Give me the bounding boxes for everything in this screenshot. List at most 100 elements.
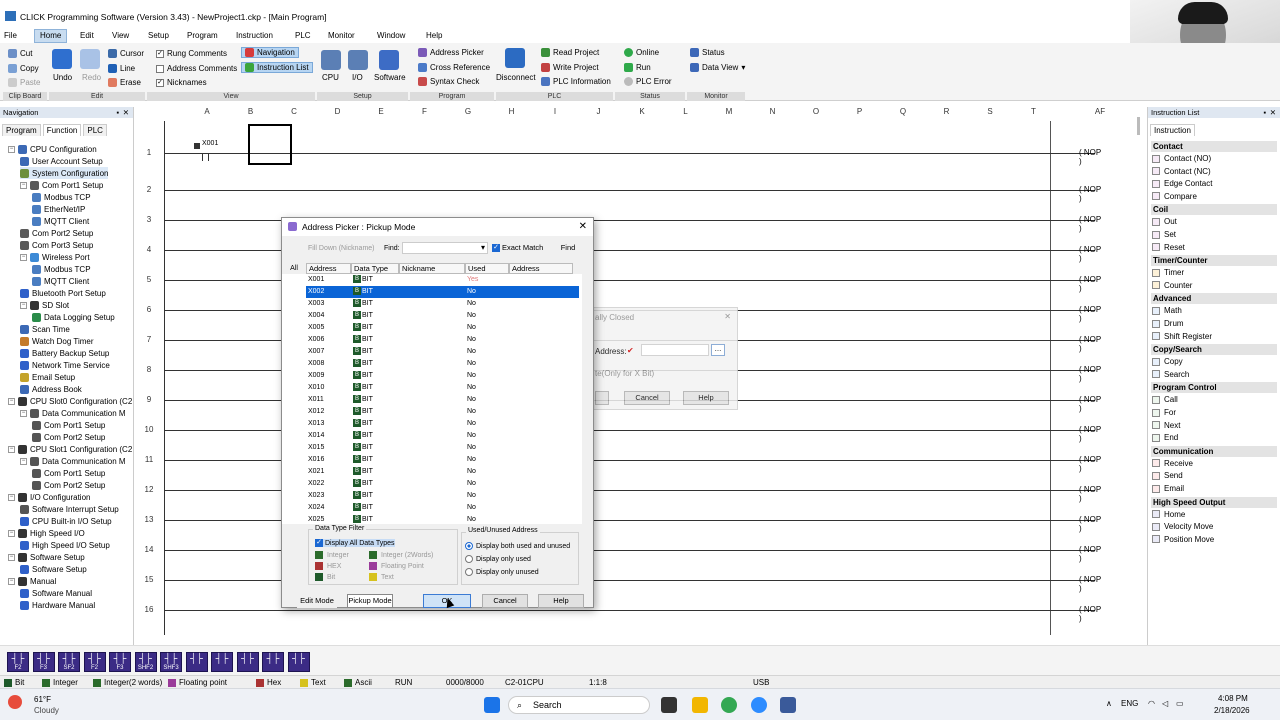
nop-coil[interactable]: ( NOP ) <box>1079 515 1105 533</box>
instruction-section[interactable]: Coil <box>1151 204 1277 216</box>
menu-program[interactable]: Program <box>187 31 218 40</box>
plc-information-button[interactable]: PLC Information <box>541 77 611 86</box>
cut-button[interactable]: Cut <box>8 49 32 58</box>
tree-item[interactable]: CPU Built-in I/O Setup <box>20 515 112 527</box>
contact-x001[interactable]: X001 <box>194 137 218 161</box>
collapse-icon[interactable]: − <box>20 181 27 189</box>
filter-hex[interactable]: HEX <box>315 562 341 570</box>
filter-text[interactable]: Text <box>369 573 394 581</box>
exact-match-checkbox[interactable]: ✓ Exact Match <box>492 243 543 252</box>
ladder-key-button[interactable]: ┤├ <box>287 652 310 672</box>
instruction-item[interactable]: End <box>1152 433 1178 442</box>
nop-coil[interactable]: ( NOP ) <box>1079 425 1105 443</box>
ladder-key-button[interactable]: ┤├ <box>211 652 233 672</box>
help-button[interactable]: Help <box>538 594 584 608</box>
instruction-item[interactable]: Contact (NO) <box>1152 154 1211 163</box>
nop-coil[interactable]: ( NOP ) <box>1079 365 1105 383</box>
cell-cursor[interactable] <box>248 124 292 165</box>
instruction-item[interactable]: Email <box>1152 484 1184 493</box>
cursor-button[interactable]: Cursor <box>108 49 144 58</box>
ladder-key-button[interactable]: ┤├ SHF3 <box>160 652 182 672</box>
tree-item[interactable]: Hardware Manual <box>20 599 95 611</box>
syntax-check-button[interactable]: Syntax Check <box>418 77 479 86</box>
tab-program[interactable]: Program <box>2 124 41 136</box>
windows-start-icon[interactable] <box>484 697 500 713</box>
tree-item[interactable]: − Data Communication M <box>20 455 126 467</box>
collapse-icon[interactable]: − <box>8 529 15 537</box>
tree-item[interactable]: High Speed I/O Setup <box>20 539 110 551</box>
write-project-button[interactable]: Write Project <box>541 63 599 72</box>
instruction-section[interactable]: High Speed Output <box>1151 496 1277 508</box>
tree-item[interactable]: Bluetooth Port Setup <box>20 287 106 299</box>
navigation-toggle[interactable]: Navigation <box>241 47 299 58</box>
tree-item[interactable]: − I/O Configuration <box>8 491 90 503</box>
instruction-item[interactable]: Math <box>1152 306 1182 315</box>
instruction-section[interactable]: Contact <box>1151 141 1277 152</box>
nop-coil[interactable]: ( NOP ) <box>1079 485 1105 503</box>
menu-file[interactable]: File <box>4 31 17 40</box>
tree-item[interactable]: Com Port1 Setup <box>32 419 105 431</box>
radio-used[interactable]: Display only used <box>465 555 531 563</box>
tree-item[interactable]: Scan Time <box>20 323 70 335</box>
ladder-key-button[interactable]: ┤├ <box>262 652 284 672</box>
filter-floating-point[interactable]: Floating Point <box>369 562 424 570</box>
instruction-section[interactable]: Program Control <box>1151 382 1277 394</box>
menu-setup[interactable]: Setup <box>148 31 169 40</box>
tree-item[interactable]: Com Port2 Setup <box>32 479 105 491</box>
nop-coil[interactable]: ( NOP ) <box>1079 305 1105 323</box>
instruction-item[interactable]: Receive <box>1152 459 1193 468</box>
ladder-key-button[interactable]: ┤├ SHF2 <box>134 652 157 672</box>
task-view-icon[interactable] <box>661 697 677 713</box>
filter-tab[interactable]: All <box>286 265 302 272</box>
address-row[interactable]: X025 B BIT No <box>306 514 579 524</box>
address-row[interactable]: X015 B BIT No <box>306 442 579 454</box>
tree-item[interactable]: − CPU Slot1 Configuration (C2 <box>8 443 132 455</box>
undo-button[interactable]: Undo <box>53 73 72 82</box>
nop-coil[interactable]: ( NOP ) <box>1079 148 1105 166</box>
filter-integer[interactable]: Integer <box>315 551 349 559</box>
ladder-key-button[interactable]: ┤├ F2 <box>7 652 29 672</box>
collapse-icon[interactable]: − <box>20 409 27 417</box>
tree-item[interactable]: Battery Backup Setup <box>20 347 109 359</box>
tree-item[interactable]: − CPU Configuration <box>8 143 97 155</box>
close-icon[interactable]: ✕ <box>724 312 731 321</box>
address-row[interactable]: X024 B BIT No <box>306 502 579 514</box>
close-icon[interactable]: ✕ <box>123 107 129 118</box>
instruction-item[interactable]: Set <box>1152 230 1176 239</box>
chrome-icon[interactable] <box>721 697 737 713</box>
address-row[interactable]: X002 B BIT No <box>306 286 579 298</box>
filter-bit[interactable]: Bit <box>315 573 335 581</box>
tree-item[interactable]: Data Logging Setup <box>32 311 115 323</box>
tree-item[interactable]: Email Setup <box>20 371 75 383</box>
instruction-item[interactable]: Edge Contact <box>1152 179 1212 188</box>
menu-plc[interactable]: PLC <box>295 31 311 40</box>
address-grid[interactable]: X001 B BIT Yes X002 B BIT No X003 B BIT No X004 B BIT N… <box>282 274 582 524</box>
battery-icon[interactable]: ▭ <box>1176 699 1184 708</box>
address-row[interactable]: X023 B BIT No <box>306 490 579 502</box>
cross-reference-button[interactable]: Cross Reference <box>418 63 490 72</box>
address-picker-button[interactable]: Address Picker <box>418 48 484 57</box>
tree-item[interactable]: Com Port1 Setup <box>32 467 105 479</box>
address-row[interactable]: X010 B BIT No <box>306 382 579 394</box>
ladder-key-button[interactable]: ┤├ F3 <box>109 652 131 672</box>
instruction-item[interactable]: Out <box>1152 217 1177 226</box>
display-all-checkbox[interactable]: ✓ Display All Data Types <box>315 539 395 547</box>
instruction-item[interactable]: Call <box>1152 395 1178 404</box>
address-row[interactable]: X004 B BIT No <box>306 310 579 322</box>
redo-arrow-icon[interactable] <box>80 49 100 69</box>
ladder-key-button[interactable]: ┤├ F2 <box>83 652 106 672</box>
tree-item[interactable]: EtherNet/IP <box>32 203 85 215</box>
filter-integer-2words[interactable]: Integer (2Words) <box>369 551 433 559</box>
instruction-item[interactable]: Reset <box>1152 243 1185 252</box>
tree-item[interactable]: − Data Communication M <box>20 407 126 419</box>
run-button[interactable]: Run <box>624 63 651 72</box>
tree-item[interactable]: Com Port2 Setup <box>20 227 93 239</box>
menu-edit[interactable]: Edit <box>80 31 94 40</box>
instruction-item[interactable]: For <box>1152 408 1176 417</box>
wifi-icon[interactable]: ◠ <box>1148 699 1155 708</box>
tree-item[interactable]: − CPU Slot0 Configuration (C2 <box>8 395 132 407</box>
collapse-icon[interactable]: − <box>8 397 15 405</box>
menu-home[interactable]: Home <box>34 29 68 43</box>
tree-item[interactable]: − Software Setup <box>8 551 85 563</box>
address-row[interactable]: X014 B BIT No <box>306 430 579 442</box>
